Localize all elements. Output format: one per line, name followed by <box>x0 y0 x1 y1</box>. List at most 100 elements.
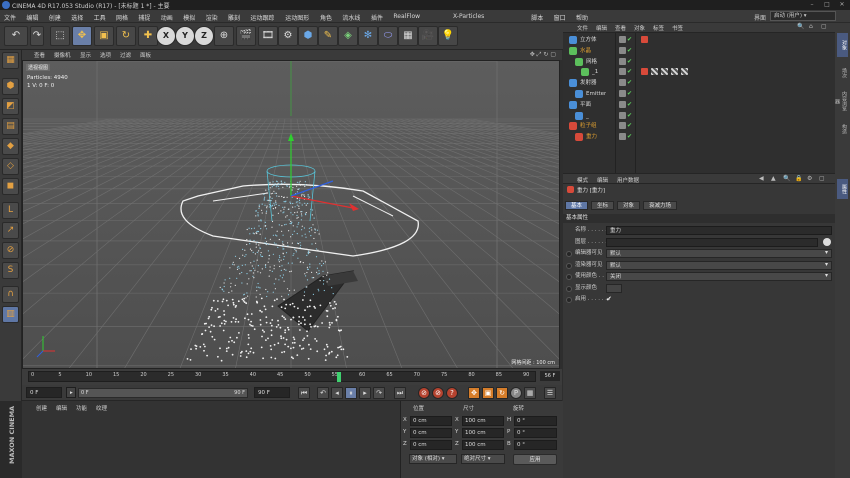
rotate-tool-button[interactable]: ↻ <box>116 26 136 46</box>
timeline-window-button[interactable]: ☰ <box>544 387 556 399</box>
am-tab-1[interactable]: 坐标 <box>591 201 615 210</box>
object-row[interactable]: _1 ✔ <box>563 67 835 77</box>
pen-tool-button[interactable]: ✎ <box>318 26 338 46</box>
tag-icon[interactable] <box>641 68 648 76</box>
am-lock-icon[interactable]: 🔒 <box>795 175 802 182</box>
object-row[interactable]: 立方体 ✔ <box>563 35 835 45</box>
attribute-dropdown[interactable]: 默认 <box>606 249 832 258</box>
viewport-menu-item-0[interactable]: 查看 <box>34 51 45 59</box>
tweak-mode-button[interactable]: ↗ <box>2 222 19 239</box>
timeline-ruler[interactable]: 0 5 10 15 20 25 30 35 40 45 50 55 60 65 70 75 80 85 90 <box>28 371 536 382</box>
material-tag-icon[interactable] <box>671 68 678 76</box>
animate-radio[interactable] <box>566 262 572 269</box>
menu-item-14[interactable]: 流水线 <box>342 13 360 22</box>
apply-button[interactable]: 应用 <box>513 454 557 465</box>
object-row[interactable]: 重力 ✔ <box>563 132 835 142</box>
camera-button[interactable]: 🎥 <box>418 26 438 46</box>
render-settings-button[interactable]: ⚙ <box>278 26 298 46</box>
light-button[interactable]: 💡 <box>438 26 458 46</box>
render-picture-viewer-button[interactable]: 🎞 <box>258 26 278 46</box>
record-scale-button[interactable]: ▣ <box>482 387 494 399</box>
om-expand-icon[interactable]: ▢ <box>821 23 827 30</box>
object-row[interactable]: 平面 ✔ <box>563 100 835 110</box>
enabled-check-icon[interactable]: ✔ <box>627 58 634 65</box>
start-frame-field[interactable]: 0 F <box>26 387 62 398</box>
layer-toggle[interactable] <box>619 100 626 108</box>
layer-toggle[interactable] <box>619 57 626 65</box>
auto-key-button[interactable]: ⊘ <box>432 387 444 399</box>
enabled-check-icon[interactable]: ✔ <box>627 90 634 97</box>
current-frame-marker[interactable] <box>337 372 342 382</box>
menu-item-9[interactable]: 渲染 <box>206 13 218 22</box>
layer-toggle[interactable] <box>619 68 626 76</box>
animate-radio[interactable] <box>566 285 572 292</box>
am-menu-item-1[interactable]: 编辑 <box>597 176 608 184</box>
om-menu-item-2[interactable]: 查看 <box>615 24 626 32</box>
menu-item-1[interactable]: 编辑 <box>26 13 38 22</box>
add-tool-button[interactable]: ✚ <box>138 26 158 46</box>
record-position-button[interactable]: ✥ <box>468 387 480 399</box>
coord-mode-select[interactable]: 对象 (相对) ▾ <box>409 454 457 464</box>
rotation-field[interactable]: 0 ° <box>514 428 557 438</box>
enable-checkbox[interactable]: ✔ <box>606 295 612 303</box>
floor-button[interactable]: ▦ <box>398 26 418 46</box>
snap-button[interactable]: ⊘ <box>2 242 19 259</box>
menu-item-2[interactable]: 创建 <box>49 13 61 22</box>
menu-item-3[interactable]: 选择 <box>71 13 83 22</box>
viewport-menu-item-3[interactable]: 选项 <box>100 51 111 59</box>
object-row[interactable]: _ ✔ <box>563 111 835 121</box>
maximize-icon[interactable]: □ <box>821 1 833 9</box>
perspective-viewport[interactable]: 透视视图 Particles: 4940 1 V: 0 F: 0 网格间距 : … <box>22 60 560 369</box>
enabled-check-icon[interactable]: ✔ <box>627 122 634 129</box>
workplane-lock-button[interactable]: ▥ <box>2 306 19 323</box>
record-param-button[interactable]: P <box>510 387 522 399</box>
rotation-field[interactable]: 0 ° <box>514 440 557 450</box>
rotation-field[interactable]: 0 ° <box>514 416 557 426</box>
menu-item-12[interactable]: 运动图形 <box>285 13 309 22</box>
size-field[interactable]: 100 cm <box>462 428 504 438</box>
minimize-icon[interactable]: – <box>806 1 818 9</box>
cube-object-button[interactable]: ⬢ <box>298 26 318 46</box>
am-tab-3[interactable]: 衰减力场 <box>643 201 678 210</box>
goto-start-button[interactable]: ⏮ <box>298 387 310 399</box>
menu-item-17[interactable]: X-Particles <box>453 13 484 20</box>
next-frame-button[interactable]: ▸ <box>359 387 371 399</box>
om-menu-item-3[interactable]: 对象 <box>634 24 645 32</box>
enabled-check-icon[interactable]: ✔ <box>627 101 634 108</box>
animate-radio[interactable] <box>566 274 572 280</box>
om-menu-item-1[interactable]: 编辑 <box>596 24 607 32</box>
menu-item-13[interactable]: 角色 <box>320 13 332 22</box>
scale-tool-button[interactable]: ▣ <box>94 26 114 46</box>
model-mode-button[interactable]: ⬢ <box>2 78 19 95</box>
pause-button[interactable]: ⏸ <box>345 387 357 399</box>
solo-button[interactable]: S <box>2 262 19 279</box>
points-mode-button[interactable]: ◆ <box>2 138 19 155</box>
material-menu-item-1[interactable]: 编辑 <box>56 404 67 412</box>
material-menu-item-0[interactable]: 创建 <box>36 404 47 412</box>
object-row[interactable]: 粒子组 ✔ <box>563 121 835 131</box>
cloner-button[interactable]: ✻ <box>358 26 378 46</box>
axis-mode-button[interactable]: L <box>2 202 19 219</box>
x-axis-button[interactable]: X <box>156 26 176 46</box>
size-field[interactable]: 100 cm <box>462 416 504 426</box>
make-editable-button[interactable]: ▦ <box>2 52 19 69</box>
current-frame-field[interactable]: 56 F <box>540 371 560 381</box>
prev-frame-button[interactable]: ◂ <box>331 387 343 399</box>
position-field[interactable]: 0 cm <box>410 440 452 450</box>
magnet-button[interactable]: ∩ <box>2 286 19 303</box>
z-axis-button[interactable]: Z <box>194 26 214 46</box>
om-menu-item-5[interactable]: 书签 <box>672 24 683 32</box>
preview-range-slider[interactable]: 0 F 90 F <box>78 388 248 398</box>
keyframe-selection-button[interactable]: ? <box>446 387 458 399</box>
am-tab-2[interactable]: 对象 <box>617 201 641 210</box>
menu-item-5[interactable]: 网格 <box>116 13 128 22</box>
edges-mode-button[interactable]: ◇ <box>2 158 19 175</box>
menu-item-10[interactable]: 雕刻 <box>228 13 240 22</box>
size-field[interactable]: 100 cm <box>462 440 504 450</box>
enabled-check-icon[interactable]: ✔ <box>627 112 634 119</box>
material-tag-icon[interactable] <box>661 68 668 76</box>
om-menu-item-0[interactable]: 文件 <box>577 24 588 32</box>
menu-item-6[interactable]: 捕捉 <box>138 13 150 22</box>
attribute-dropdown[interactable]: 默认 <box>606 260 832 270</box>
display-color-swatch[interactable] <box>606 283 622 293</box>
